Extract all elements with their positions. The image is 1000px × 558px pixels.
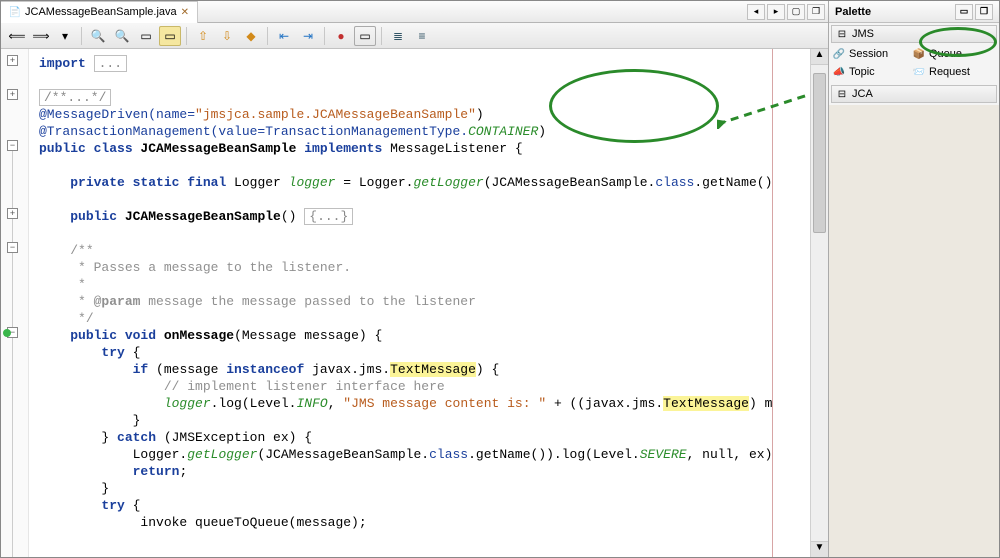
scroll-down-button[interactable]: ▼ <box>811 541 828 557</box>
java-file-icon: 📄 <box>9 6 21 18</box>
toolbar-selection-button[interactable]: ▭ <box>159 26 181 46</box>
palette-section-jms[interactable]: ⊟ JMS <box>831 25 997 43</box>
toolbar-prev-bookmark-button[interactable]: ⇧ <box>192 26 214 46</box>
fold-toggle-icon[interactable]: − <box>7 242 18 253</box>
toolbar-uncomment-button[interactable]: ≡ <box>411 26 433 46</box>
toolbar-toggle-bookmark-button[interactable]: ◆ <box>240 26 262 46</box>
restore-button[interactable]: ❐ <box>807 4 825 20</box>
fold-toggle-icon[interactable]: + <box>7 55 18 66</box>
palette-section-label: JMS <box>852 28 874 40</box>
palette-max-button[interactable]: ❐ <box>975 4 993 20</box>
queue-icon: 📦 <box>913 48 925 60</box>
palette-section-jms-items: 🔗 Session 📦 Queue 📣 Topic 📨 Request <box>829 45 999 83</box>
editor-tab-active[interactable]: 📄 JCAMessageBeanSample.java ✕ <box>1 1 198 23</box>
toolbar-find-prev-button[interactable]: 🔍 <box>111 26 133 46</box>
toolbar-comment-button[interactable]: ≣ <box>387 26 409 46</box>
toolbar-shift-right-button[interactable]: ⇥ <box>297 26 319 46</box>
override-marker-icon[interactable] <box>3 329 11 337</box>
editor-viewport[interactable]: import ... /**...*/ @MessageDriven(name=… <box>29 49 810 557</box>
palette-item-label: Topic <box>849 66 875 78</box>
session-icon: 🔗 <box>833 48 845 60</box>
toolbar-macro-record-button[interactable]: ● <box>330 26 352 46</box>
palette-section-label: JCA <box>852 88 873 100</box>
palette-item-request[interactable]: 📨 Request <box>911 63 991 81</box>
editor-toolbar: ⟸ ⟹ ▾ 🔍 🔍 ▭ ▭ ⇧ ⇩ ◆ ⇤ ⇥ ● ▭ ≣ ≡ <box>1 23 828 49</box>
collapse-icon: ⊟ <box>836 88 848 100</box>
scroll-thumb[interactable] <box>813 73 826 233</box>
palette-min-button[interactable]: ▭ <box>955 4 973 20</box>
palette-title: Palette <box>835 6 871 18</box>
editor-gutter: + + − + − − <box>1 49 29 557</box>
toolbar-macro-play-button[interactable]: ▭ <box>354 26 376 46</box>
palette-item-label: Queue <box>929 48 962 60</box>
fold-toggle-icon[interactable]: − <box>7 140 18 151</box>
scroll-track[interactable] <box>811 65 828 541</box>
print-margin-line <box>772 49 773 557</box>
palette-item-queue[interactable]: 📦 Queue <box>911 45 991 63</box>
palette-item-label: Request <box>929 66 970 78</box>
editor-tabbar: 📄 JCAMessageBeanSample.java ✕ ◂ ▸ ▢ ❐ <box>1 1 828 23</box>
scroll-tabs-right-button[interactable]: ▸ <box>767 4 785 20</box>
fold-toggle-icon[interactable]: + <box>7 89 18 100</box>
toolbar-find-button[interactable]: 🔍 <box>87 26 109 46</box>
vertical-scrollbar[interactable]: ▲ ▼ <box>810 49 828 557</box>
request-icon: 📨 <box>913 66 925 78</box>
palette-item-topic[interactable]: 📣 Topic <box>831 63 911 81</box>
palette-title-bar: Palette ▭ ❐ <box>829 1 999 23</box>
topic-icon: 📣 <box>833 66 845 78</box>
toolbar-divider <box>81 27 82 45</box>
toolbar-divider <box>267 27 268 45</box>
toolbar-divider <box>186 27 187 45</box>
toolbar-next-bookmark-button[interactable]: ⇩ <box>216 26 238 46</box>
toolbar-nav-back-button[interactable]: ⟸ <box>6 26 28 46</box>
tab-label: JCAMessageBeanSample.java <box>25 6 177 18</box>
tab-close-icon[interactable]: ✕ <box>181 7 189 18</box>
toolbar-highlight-button[interactable]: ▭ <box>135 26 157 46</box>
toolbar-nav-fwd-button[interactable]: ⟹ <box>30 26 52 46</box>
palette-body <box>829 105 999 557</box>
toolbar-dropdown1-button[interactable]: ▾ <box>54 26 76 46</box>
palette-item-label: Session <box>849 48 888 60</box>
scroll-up-button[interactable]: ▲ <box>811 49 828 65</box>
collapse-icon: ⊟ <box>836 28 848 40</box>
fold-toggle-icon[interactable]: + <box>7 208 18 219</box>
maximize-button[interactable]: ▢ <box>787 4 805 20</box>
toolbar-divider <box>324 27 325 45</box>
palette-item-session[interactable]: 🔗 Session <box>831 45 911 63</box>
toolbar-shift-left-button[interactable]: ⇤ <box>273 26 295 46</box>
scroll-tabs-left-button[interactable]: ◂ <box>747 4 765 20</box>
toolbar-divider <box>381 27 382 45</box>
source-code[interactable]: import ... /**...*/ @MessageDriven(name=… <box>29 49 810 537</box>
palette-section-jca[interactable]: ⊟ JCA <box>831 85 997 103</box>
